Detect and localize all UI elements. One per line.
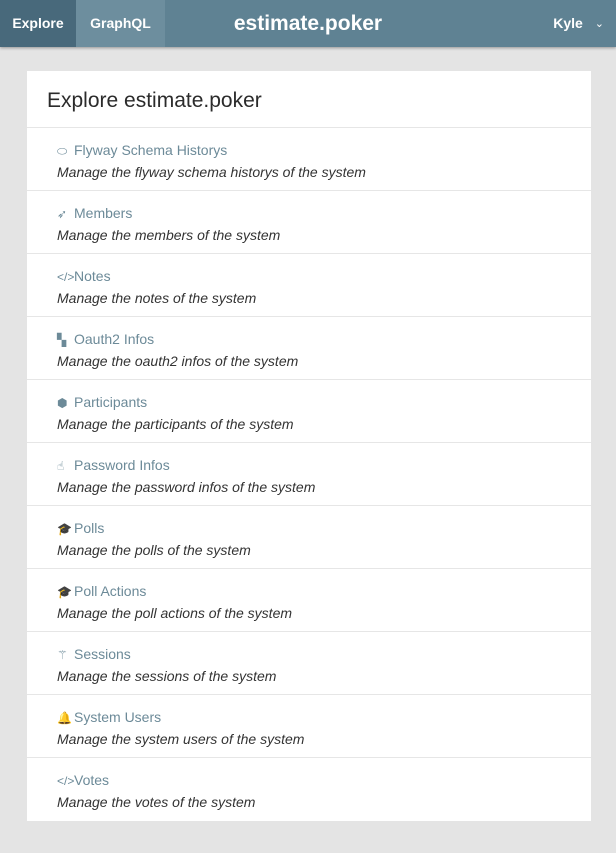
list-item-description: Manage the notes of the system [57, 290, 257, 306]
list-item[interactable]: 🎓 Poll Actions Manage the poll actions of … [27, 569, 591, 632]
list-item-label: System Users [74, 709, 162, 725]
list-item-link[interactable]: </>Votes [57, 772, 591, 790]
list-item-link[interactable]: ▚ Oauth2 Infos [57, 331, 591, 349]
list-item-description: Manage the system users of the system [57, 731, 305, 747]
list-item-label: Oauth2 Infos [74, 331, 155, 347]
magic-wand-icon: ⚚ [57, 648, 68, 662]
list-item[interactable]: ▚ Oauth2 Infos Manage the oauth2 infos of … [27, 317, 591, 380]
list-item[interactable]: ➶ Members Manage the members of the system [27, 191, 591, 254]
list-item-link[interactable]: ➶ Members [57, 205, 591, 223]
graduation-cap-icon: 🎓 [57, 585, 72, 599]
list-item-link[interactable]: ⬭ Flyway Schema Historys [57, 142, 591, 160]
list-item-label: Password Infos [74, 457, 170, 473]
scroll-icon: ▚ [57, 333, 67, 347]
cube-icon: ⬢ [57, 396, 68, 410]
list-item-description: Manage the flyway schema historys of the… [57, 164, 366, 180]
top-navbar: Explore GraphQL estimate.poker Kyle ⌄ [0, 0, 616, 47]
nav-tab-graphql[interactable]: GraphQL [76, 0, 165, 47]
list-item[interactable]: ⬢ Participants Manage the participants of … [27, 380, 591, 443]
list-item-description: Manage the members of the system [57, 227, 281, 243]
paper-plane-icon: ➶ [57, 207, 68, 221]
list-item-description: Manage the sessions of the system [57, 668, 277, 684]
user-name: Kyle [553, 15, 583, 31]
list-item-link[interactable]: ☝ Password Infos [57, 457, 591, 475]
list-item-label: Participants [74, 394, 148, 410]
page-title: Explore estimate.poker [27, 71, 591, 128]
list-item-label: Votes [74, 772, 110, 788]
list-item-description: Manage the votes of the system [57, 794, 256, 810]
list-item-label: Flyway Schema Historys [74, 142, 228, 158]
list-item[interactable]: 🔔 System Users Manage the system users of … [27, 695, 591, 758]
chevron-down-icon: ⌄ [594, 18, 604, 30]
list-item[interactable]: ☝ Password Infos Manage the password infos… [27, 443, 591, 506]
list-item-label: Members [74, 205, 133, 221]
list-item-link[interactable]: 🔔 System Users [57, 709, 591, 727]
hand-pointer-icon: ☝ [57, 459, 65, 473]
list-item-label: Poll Actions [74, 583, 147, 599]
list-item-link[interactable]: 🎓 Polls [57, 520, 591, 538]
list-item-description: Manage the password infos of the system [57, 479, 316, 495]
list-item-description: Manage the oauth2 infos of the system [57, 353, 299, 369]
explore-card: Explore estimate.poker ⬭ Flyway Schema Hi… [27, 71, 591, 821]
code-icon: </> [57, 270, 75, 284]
list-item-description: Manage the participants of the system [57, 416, 294, 432]
list-item-link[interactable]: ⚚ Sessions [57, 646, 591, 664]
code-icon: </> [57, 774, 75, 788]
bell-icon: 🔔 [57, 711, 72, 725]
graduation-cap-icon: 🎓 [57, 522, 72, 536]
list-item-label: Sessions [74, 646, 131, 662]
list-item-label: Notes [74, 268, 111, 284]
list-item-label: Polls [74, 520, 105, 536]
list-item-description: Manage the polls of the system [57, 542, 251, 558]
lemon-icon: ⬭ [57, 144, 68, 158]
list-item[interactable]: 🎓 Polls Manage the polls of the system [27, 506, 591, 569]
list-item[interactable]: ⚚ Sessions Manage the sessions of the syst… [27, 632, 591, 695]
nav-tab-explore[interactable]: Explore [0, 0, 76, 47]
list-item-link[interactable]: ⬢ Participants [57, 394, 591, 412]
user-menu[interactable]: Kyle ⌄ [553, 0, 604, 47]
list-item[interactable]: </>Votes Manage the votes of the system [27, 758, 591, 821]
list-item-link[interactable]: 🎓 Poll Actions [57, 583, 591, 601]
list-item-description: Manage the poll actions of the system [57, 605, 293, 621]
resource-list: ⬭ Flyway Schema Historys Manage the flyway… [27, 128, 591, 821]
list-item-link[interactable]: </>Notes [57, 268, 591, 286]
list-item[interactable]: </>Notes Manage the notes of the system [27, 254, 591, 317]
list-item[interactable]: ⬭ Flyway Schema Historys Manage the flyway… [27, 128, 591, 191]
